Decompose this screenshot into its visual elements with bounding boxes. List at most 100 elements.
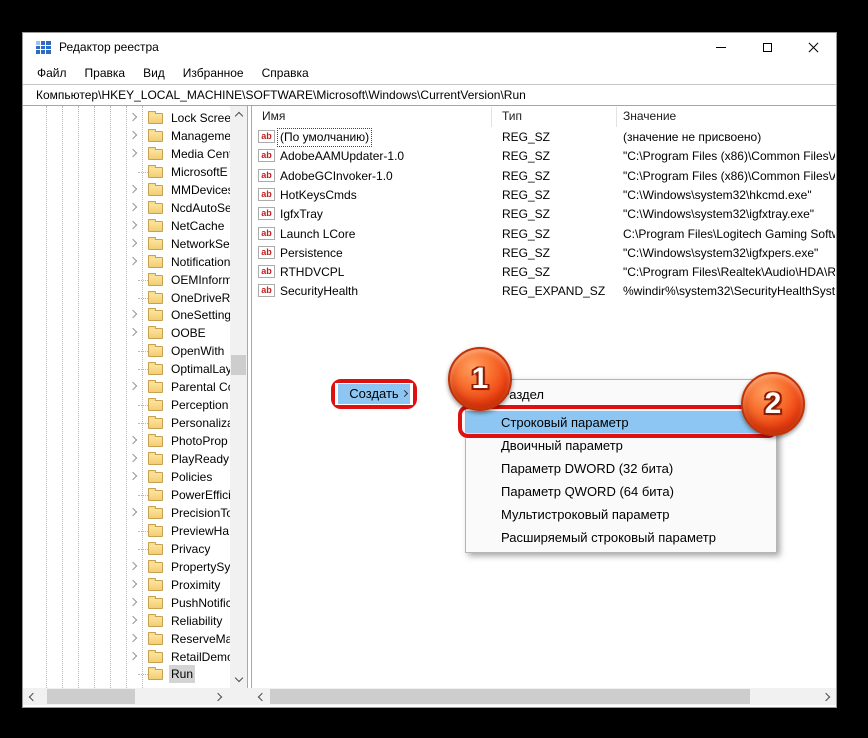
expand-chevron-icon[interactable] bbox=[129, 454, 137, 462]
tree-item[interactable]: Policies bbox=[23, 468, 247, 486]
expand-chevron-icon[interactable] bbox=[129, 436, 137, 444]
menubar-item[interactable]: Вид bbox=[134, 62, 174, 84]
context-menu-item[interactable]: Параметр QWORD (64 бита) bbox=[466, 480, 776, 503]
maximize-button[interactable] bbox=[744, 33, 790, 62]
tree-item[interactable]: ReserveMa bbox=[23, 630, 247, 648]
tree-item[interactable]: Privacy bbox=[23, 540, 247, 558]
registry-value-row[interactable]: abSecurityHealthREG_EXPAND_SZ%windir%\sy… bbox=[252, 282, 836, 301]
tree-item[interactable]: RetailDemo bbox=[23, 648, 247, 666]
tree-horizontal-scrollbar[interactable] bbox=[23, 688, 228, 705]
registry-value-row[interactable]: abAdobeGCInvoker-1.0REG_SZ"C:\Program Fi… bbox=[252, 167, 836, 186]
context-menu-item[interactable]: Расширяемый строковый параметр bbox=[466, 526, 776, 549]
registry-value-row[interactable]: abIgfxTrayREG_SZ"C:\Windows\system32\igf… bbox=[252, 205, 836, 224]
tree-item[interactable]: PreviewHa bbox=[23, 522, 247, 540]
column-separator[interactable] bbox=[616, 107, 617, 127]
tree-item[interactable]: Proximity bbox=[23, 576, 247, 594]
expand-chevron-icon[interactable] bbox=[129, 634, 137, 642]
address-bar[interactable]: Компьютер\HKEY_LOCAL_MACHINE\SOFTWARE\Mi… bbox=[23, 84, 836, 106]
folder-icon bbox=[148, 382, 163, 393]
menubar-item[interactable]: Файл bbox=[28, 62, 76, 84]
expand-chevron-icon[interactable] bbox=[129, 185, 137, 193]
registry-value-row[interactable]: abRTHDVCPLREG_SZ"C:\Program Files\Realte… bbox=[252, 263, 836, 282]
column-header-value[interactable]: Значение bbox=[623, 107, 676, 126]
tree-item[interactable]: PrecisionTo bbox=[23, 504, 247, 522]
tree-item[interactable]: MicrosoftE bbox=[23, 163, 247, 181]
expand-chevron-icon[interactable] bbox=[129, 149, 137, 157]
expand-chevron-icon[interactable] bbox=[129, 113, 137, 121]
tree-item[interactable]: OOBE bbox=[23, 324, 247, 342]
close-button[interactable] bbox=[790, 33, 836, 62]
tree-item-label: PowerEffici bbox=[169, 486, 233, 504]
scroll-right-button[interactable] bbox=[211, 688, 228, 705]
scroll-right-button[interactable] bbox=[819, 688, 836, 705]
tree-item[interactable]: PushNotific bbox=[23, 594, 247, 612]
column-header-name[interactable]: Имя bbox=[262, 107, 285, 126]
scroll-left-button[interactable] bbox=[252, 688, 269, 705]
menubar-item[interactable]: Избранное bbox=[174, 62, 253, 84]
registry-value-row[interactable]: ab(По умолчанию)REG_SZ(значение не присв… bbox=[252, 128, 836, 147]
tree-item[interactable]: Lock Screen bbox=[23, 109, 247, 127]
list-hscroll-thumb[interactable] bbox=[270, 689, 750, 704]
tree-item[interactable]: PowerEffici bbox=[23, 486, 247, 504]
tree-item[interactable]: Notification bbox=[23, 253, 247, 271]
tree-item[interactable]: PhotoProp bbox=[23, 432, 247, 450]
tree-item[interactable]: Media Cent bbox=[23, 145, 247, 163]
folder-icon bbox=[148, 149, 163, 160]
registry-value-row[interactable]: abLaunch LCoreREG_SZC:\Program Files\Log… bbox=[252, 225, 836, 244]
tree-vscroll-thumb[interactable] bbox=[231, 355, 246, 375]
tree-item[interactable]: Perception bbox=[23, 396, 247, 414]
step-badge-2: 2 bbox=[741, 372, 805, 436]
expand-chevron-icon[interactable] bbox=[129, 203, 137, 211]
tree-hscroll-thumb[interactable] bbox=[47, 689, 135, 704]
value-type: REG_SZ bbox=[502, 129, 550, 146]
context-menu-item[interactable]: Параметр DWORD (32 бита) bbox=[466, 457, 776, 480]
tree-item[interactable]: Reliability bbox=[23, 612, 247, 630]
context-menu-item[interactable]: Мультистроковый параметр bbox=[466, 503, 776, 526]
expand-chevron-icon[interactable] bbox=[129, 328, 137, 336]
registry-value-row[interactable]: abAdobeAAMUpdater-1.0REG_SZ"C:\Program F… bbox=[252, 147, 836, 166]
menubar-item[interactable]: Справка bbox=[253, 62, 318, 84]
tree-item[interactable]: NetworkSe bbox=[23, 235, 247, 253]
registry-value-row[interactable]: abPersistenceREG_SZ"C:\Windows\system32\… bbox=[252, 244, 836, 263]
context-menu-item-create[interactable]: Создать bbox=[338, 384, 410, 404]
tree-item[interactable]: PropertySy bbox=[23, 558, 247, 576]
column-separator[interactable] bbox=[491, 107, 492, 127]
menubar-item[interactable]: Правка bbox=[76, 62, 135, 84]
context-menu-item[interactable]: Раздел bbox=[466, 383, 776, 406]
expand-chevron-icon[interactable] bbox=[129, 598, 137, 606]
expand-chevron-icon[interactable] bbox=[129, 472, 137, 480]
scroll-down-button[interactable] bbox=[230, 671, 247, 688]
expand-chevron-icon[interactable] bbox=[129, 310, 137, 318]
expand-chevron-icon[interactable] bbox=[129, 508, 137, 516]
column-header-type[interactable]: Тип bbox=[502, 107, 522, 126]
minimize-button[interactable] bbox=[698, 33, 744, 62]
list-horizontal-scrollbar[interactable] bbox=[252, 688, 836, 705]
expand-chevron-icon[interactable] bbox=[129, 652, 137, 660]
tree-item[interactable]: Run bbox=[23, 665, 247, 683]
tree-item[interactable]: NetCache bbox=[23, 217, 247, 235]
expand-chevron-icon[interactable] bbox=[129, 221, 137, 229]
tree-item[interactable]: OEMInform bbox=[23, 271, 247, 289]
tree-item[interactable]: Personaliza bbox=[23, 414, 247, 432]
step-badge-1: 1 bbox=[448, 347, 512, 411]
tree-item[interactable]: Manageme bbox=[23, 127, 247, 145]
expand-chevron-icon[interactable] bbox=[129, 616, 137, 624]
expand-chevron-icon[interactable] bbox=[129, 239, 137, 247]
expand-chevron-icon[interactable] bbox=[129, 131, 137, 139]
tree-item[interactable]: MMDevices bbox=[23, 181, 247, 199]
tree-item[interactable]: NcdAutoSe bbox=[23, 199, 247, 217]
scroll-left-button[interactable] bbox=[23, 688, 40, 705]
tree-item[interactable]: OpenWith bbox=[23, 342, 247, 360]
expand-chevron-icon[interactable] bbox=[129, 257, 137, 265]
tree-vertical-scrollbar[interactable] bbox=[230, 106, 247, 688]
expand-chevron-icon[interactable] bbox=[129, 562, 137, 570]
tree-item[interactable]: OptimalLay bbox=[23, 360, 247, 378]
scroll-up-button[interactable] bbox=[230, 106, 247, 123]
tree-item[interactable]: OneSetting bbox=[23, 306, 247, 324]
tree-item[interactable]: PlayReady bbox=[23, 450, 247, 468]
expand-chevron-icon[interactable] bbox=[129, 580, 137, 588]
tree-item[interactable]: OneDriveRa bbox=[23, 289, 247, 307]
registry-value-row[interactable]: abHotKeysCmdsREG_SZ"C:\Windows\system32\… bbox=[252, 186, 836, 205]
expand-chevron-icon[interactable] bbox=[129, 382, 137, 390]
tree-item[interactable]: Parental Co bbox=[23, 378, 247, 396]
